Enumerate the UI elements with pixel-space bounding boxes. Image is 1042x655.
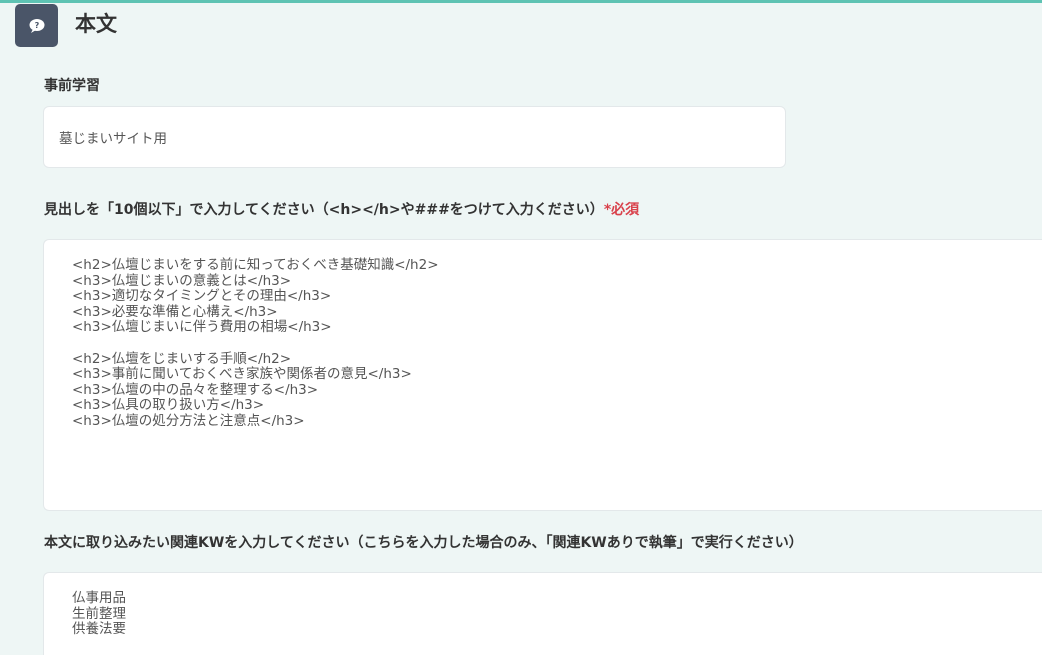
prestudy-input[interactable]: 墓じまいサイト用 [43, 106, 786, 168]
chat-bubble-icon: ? [15, 4, 58, 47]
keywords-textarea[interactable]: 仏事用品 生前整理 供養法要 [43, 572, 1042, 655]
keywords-value: 仏事用品 生前整理 供養法要 [72, 590, 126, 638]
prestudy-label: 事前学習 [44, 78, 100, 94]
headings-label-text: 見出しを「10個以下」で入力してください（<h></h>や###をつけて入力くだ… [44, 202, 604, 218]
svg-text:?: ? [34, 21, 39, 30]
prestudy-value: 墓じまいサイト用 [59, 131, 167, 147]
required-mark: *必須 [603, 202, 640, 218]
headings-value: <h2>仏壇じまいをする前に知っておくべき基礎知識</h2> <h3>仏壇じまい… [72, 257, 439, 429]
headings-label: 見出しを「10個以下」で入力してください（<h></h>や###をつけて入力くだ… [44, 199, 639, 219]
keywords-label: 本文に取り込みたい関連KWを入力してください（こちらを入力した場合のみ、「関連K… [44, 535, 803, 551]
section-title: 本文 [75, 12, 117, 36]
headings-textarea[interactable]: <h2>仏壇じまいをする前に知っておくべき基礎知識</h2> <h3>仏壇じまい… [43, 239, 1042, 511]
top-accent-bar [0, 0, 1042, 3]
